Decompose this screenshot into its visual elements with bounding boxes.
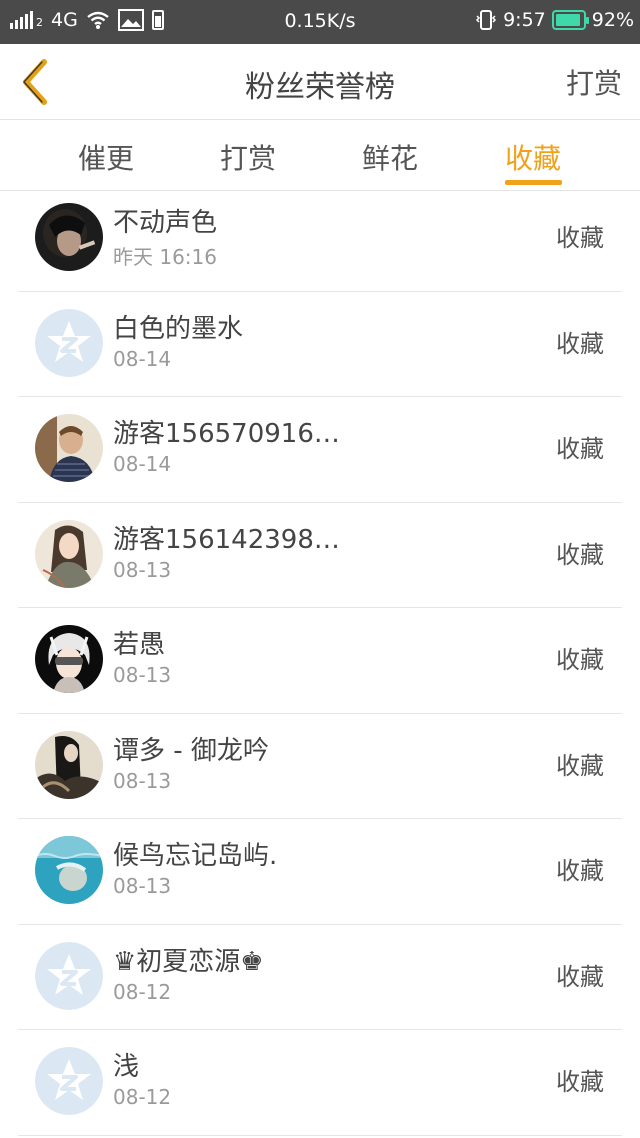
list-item[interactable]: 游客156142398… 08-13 收藏	[18, 503, 622, 608]
fan-date: 08-14	[113, 452, 172, 476]
list-item[interactable]: 候鸟忘记岛屿. 08-13 收藏	[18, 819, 622, 925]
fan-date: 08-13	[113, 768, 172, 793]
avatar	[35, 625, 103, 693]
reward-button[interactable]: 打赏	[566, 62, 622, 102]
fan-action-label: 收藏	[556, 751, 604, 780]
fan-action-label: 收藏	[556, 435, 604, 463]
fan-action-label: 收藏	[556, 1068, 604, 1096]
fan-action-label: 收藏	[556, 646, 604, 674]
list-item[interactable]: 不动声色 昨天 16:16 收藏	[18, 186, 622, 292]
fan-name: 谭多 - 御龙吟	[113, 735, 269, 766]
tab-favorites[interactable]: 收藏	[505, 137, 561, 177]
back-button[interactable]	[14, 58, 58, 106]
avatar	[35, 730, 103, 799]
battery-icon	[551, 10, 589, 30]
list-item[interactable]: 游客156570916… 08-14 收藏	[18, 397, 622, 503]
fan-name: 候鸟忘记岛屿.	[113, 841, 278, 871]
fan-name: 不动声色	[113, 208, 218, 238]
fan-date: 08-13	[113, 663, 172, 687]
list-item[interactable]: 浅 08-12 收藏	[18, 1030, 622, 1136]
page-title: 粉丝荣誉榜	[245, 70, 395, 105]
status-bar: 2 4G 0.15K/s 9:57 92%	[0, 0, 640, 44]
fan-name: 若愚	[113, 630, 166, 660]
fan-date: 08-13	[113, 557, 172, 582]
chevron-left-icon	[23, 59, 47, 105]
avatar	[35, 414, 103, 482]
fan-list: 不动声色 昨天 16:16 收藏 白色的墨水 08-14 收藏 游客156570…	[0, 186, 640, 1136]
nav-header: 粉丝荣誉榜 打赏	[0, 44, 640, 120]
fan-name: 游客156142398…	[113, 524, 340, 555]
clock: 9:57	[503, 9, 546, 31]
default-avatar-icon	[35, 308, 103, 377]
battery-percent: 92%	[591, 9, 634, 31]
avatar	[35, 836, 103, 904]
fan-action-label: 收藏	[556, 329, 604, 358]
fan-date: 08-13	[113, 874, 172, 898]
fan-date: 昨天 16:16	[113, 245, 217, 269]
default-avatar-icon	[35, 1047, 103, 1115]
avatar	[35, 203, 103, 271]
list-item[interactable]: ♛初夏恋源♚ 08-12 收藏	[18, 925, 622, 1030]
fan-name: 浅	[113, 1052, 140, 1082]
list-item[interactable]: 谭多 - 御龙吟 08-13 收藏	[18, 714, 622, 819]
fan-action-label: 收藏	[556, 540, 604, 569]
fan-action-label: 收藏	[556, 857, 604, 885]
fan-name: ♛初夏恋源♚	[113, 946, 264, 977]
default-avatar-icon	[35, 941, 103, 1010]
fan-date: 08-12	[113, 979, 172, 1004]
fan-name: 白色的墨水	[113, 313, 244, 344]
fan-action-label: 收藏	[556, 224, 604, 252]
list-item[interactable]: 白色的墨水 08-14 收藏	[18, 292, 622, 397]
tab-urge[interactable]: 催更	[78, 137, 134, 177]
fan-action-label: 收藏	[556, 962, 604, 991]
list-item[interactable]: 若愚 08-13 收藏	[18, 608, 622, 714]
tab-reward[interactable]: 打赏	[220, 137, 276, 177]
fan-name: 游客156570916…	[113, 419, 340, 449]
fan-date: 08-14	[113, 346, 172, 371]
fan-date: 08-12	[113, 1085, 172, 1109]
tab-flowers[interactable]: 鲜花	[362, 137, 418, 177]
vibrate-icon	[476, 10, 497, 30]
avatar	[35, 519, 103, 588]
active-tab-indicator	[505, 180, 562, 185]
